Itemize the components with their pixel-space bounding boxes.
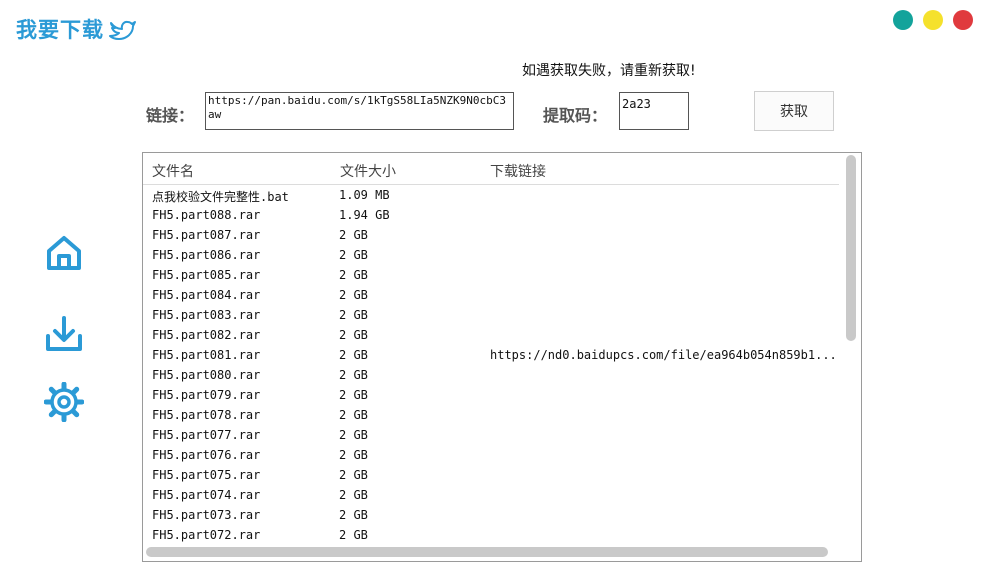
list-header: 文件名 文件大小 下载链接: [143, 153, 839, 185]
table-row[interactable]: FH5.part075.rar 2 GB: [143, 465, 848, 485]
cell-file-size: 2 GB: [339, 308, 368, 322]
cell-download-link: https://nd0.baidupcs.com/file/ea964b054n…: [490, 348, 837, 362]
table-row[interactable]: FH5.part081.rar 2 GB https://nd0.baidupcs.…: [143, 345, 848, 365]
cell-file-size: 2 GB: [339, 428, 368, 442]
cell-file-name: FH5.part077.rar: [152, 428, 261, 442]
cell-file-size: 2 GB: [339, 368, 368, 382]
cell-file-size: 2 GB: [339, 528, 368, 542]
cell-file-name: FH5.part082.rar: [152, 328, 261, 342]
file-rows: 点我校验文件完整性.bat 1.09 MB FH5.part088.rar 1.94 …: [143, 185, 848, 545]
extract-code-label: 提取码：: [543, 106, 608, 125]
link-input[interactable]: https://pan.baidu.com/s/1kTgS58LIa5NZK9N…: [205, 92, 514, 130]
table-row[interactable]: FH5.part088.rar 1.94 GB: [143, 205, 848, 225]
cell-file-name: FH5.part087.rar: [152, 228, 261, 242]
window-dot-green[interactable]: [893, 10, 913, 30]
cell-file-size: 1.09 MB: [339, 188, 390, 202]
cell-file-name: FH5.part085.rar: [152, 268, 261, 282]
gear-icon[interactable]: [44, 382, 84, 422]
cell-file-name: FH5.part079.rar: [152, 388, 261, 402]
app-title: 我要下载: [16, 14, 136, 44]
cell-file-name: FH5.part074.rar: [152, 488, 261, 502]
cell-file-name: FH5.part076.rar: [152, 448, 261, 462]
table-row[interactable]: FH5.part083.rar 2 GB: [143, 305, 848, 325]
table-row[interactable]: FH5.part076.rar 2 GB: [143, 445, 848, 465]
retry-notice: 如遇获取失败，请重新获取!: [522, 63, 696, 79]
cell-file-name: FH5.part075.rar: [152, 468, 261, 482]
table-row[interactable]: FH5.part074.rar 2 GB: [143, 485, 848, 505]
vertical-scrollbar[interactable]: [846, 155, 856, 341]
cell-file-name: 点我校验文件完整性.bat: [152, 190, 289, 204]
cell-file-size: 2 GB: [339, 348, 368, 362]
fetch-button[interactable]: 获取: [754, 91, 834, 131]
file-list: 文件名 文件大小 下载链接 点我校验文件完整性.bat 1.09 MB FH5.pa…: [142, 152, 862, 562]
cell-file-size: 1.94 GB: [339, 208, 390, 222]
cell-file-name: FH5.part086.rar: [152, 248, 261, 262]
cell-file-size: 2 GB: [339, 328, 368, 342]
table-row[interactable]: FH5.part080.rar 2 GB: [143, 365, 848, 385]
cell-file-name: FH5.part073.rar: [152, 508, 261, 522]
cell-file-size: 2 GB: [339, 288, 368, 302]
header-file-name[interactable]: 文件名: [152, 161, 194, 181]
table-row[interactable]: FH5.part073.rar 2 GB: [143, 505, 848, 525]
cell-file-name: FH5.part078.rar: [152, 408, 261, 422]
home-icon[interactable]: [44, 232, 84, 272]
extract-code-input[interactable]: 2a23: [619, 92, 689, 130]
cell-file-name: FH5.part083.rar: [152, 308, 261, 322]
cell-file-size: 2 GB: [339, 248, 368, 262]
table-row[interactable]: FH5.part072.rar 2 GB: [143, 525, 848, 545]
cell-file-size: 2 GB: [339, 388, 368, 402]
horizontal-scrollbar[interactable]: [146, 547, 828, 557]
table-row[interactable]: 点我校验文件完整性.bat 1.09 MB: [143, 185, 848, 205]
app-title-text: 我要下载: [16, 18, 104, 42]
table-row[interactable]: FH5.part086.rar 2 GB: [143, 245, 848, 265]
table-row[interactable]: FH5.part078.rar 2 GB: [143, 405, 848, 425]
bird-icon: [109, 20, 136, 40]
cell-file-size: 2 GB: [339, 448, 368, 462]
link-label: 链接：: [146, 106, 195, 125]
cell-file-size: 2 GB: [339, 408, 368, 422]
cell-file-size: 2 GB: [339, 488, 368, 502]
cell-file-size: 2 GB: [339, 468, 368, 482]
table-row[interactable]: FH5.part085.rar 2 GB: [143, 265, 848, 285]
window-controls: [893, 10, 973, 30]
table-row[interactable]: FH5.part079.rar 2 GB: [143, 385, 848, 405]
cell-file-name: FH5.part072.rar: [152, 528, 261, 542]
header-download-link[interactable]: 下载链接: [490, 161, 546, 181]
table-row[interactable]: FH5.part084.rar 2 GB: [143, 285, 848, 305]
table-row[interactable]: FH5.part077.rar 2 GB: [143, 425, 848, 445]
table-row[interactable]: FH5.part087.rar 2 GB: [143, 225, 848, 245]
cell-file-name: FH5.part088.rar: [152, 208, 261, 222]
cell-file-name: FH5.part081.rar: [152, 348, 261, 362]
cell-file-name: FH5.part080.rar: [152, 368, 261, 382]
cell-file-size: 2 GB: [339, 228, 368, 242]
header-file-size[interactable]: 文件大小: [340, 161, 396, 181]
download-icon[interactable]: [44, 314, 84, 354]
cell-file-size: 2 GB: [339, 268, 368, 282]
cell-file-name: FH5.part084.rar: [152, 288, 261, 302]
table-row[interactable]: FH5.part082.rar 2 GB: [143, 325, 848, 345]
cell-file-size: 2 GB: [339, 508, 368, 522]
window-dot-red[interactable]: [953, 10, 973, 30]
window-dot-yellow[interactable]: [923, 10, 943, 30]
